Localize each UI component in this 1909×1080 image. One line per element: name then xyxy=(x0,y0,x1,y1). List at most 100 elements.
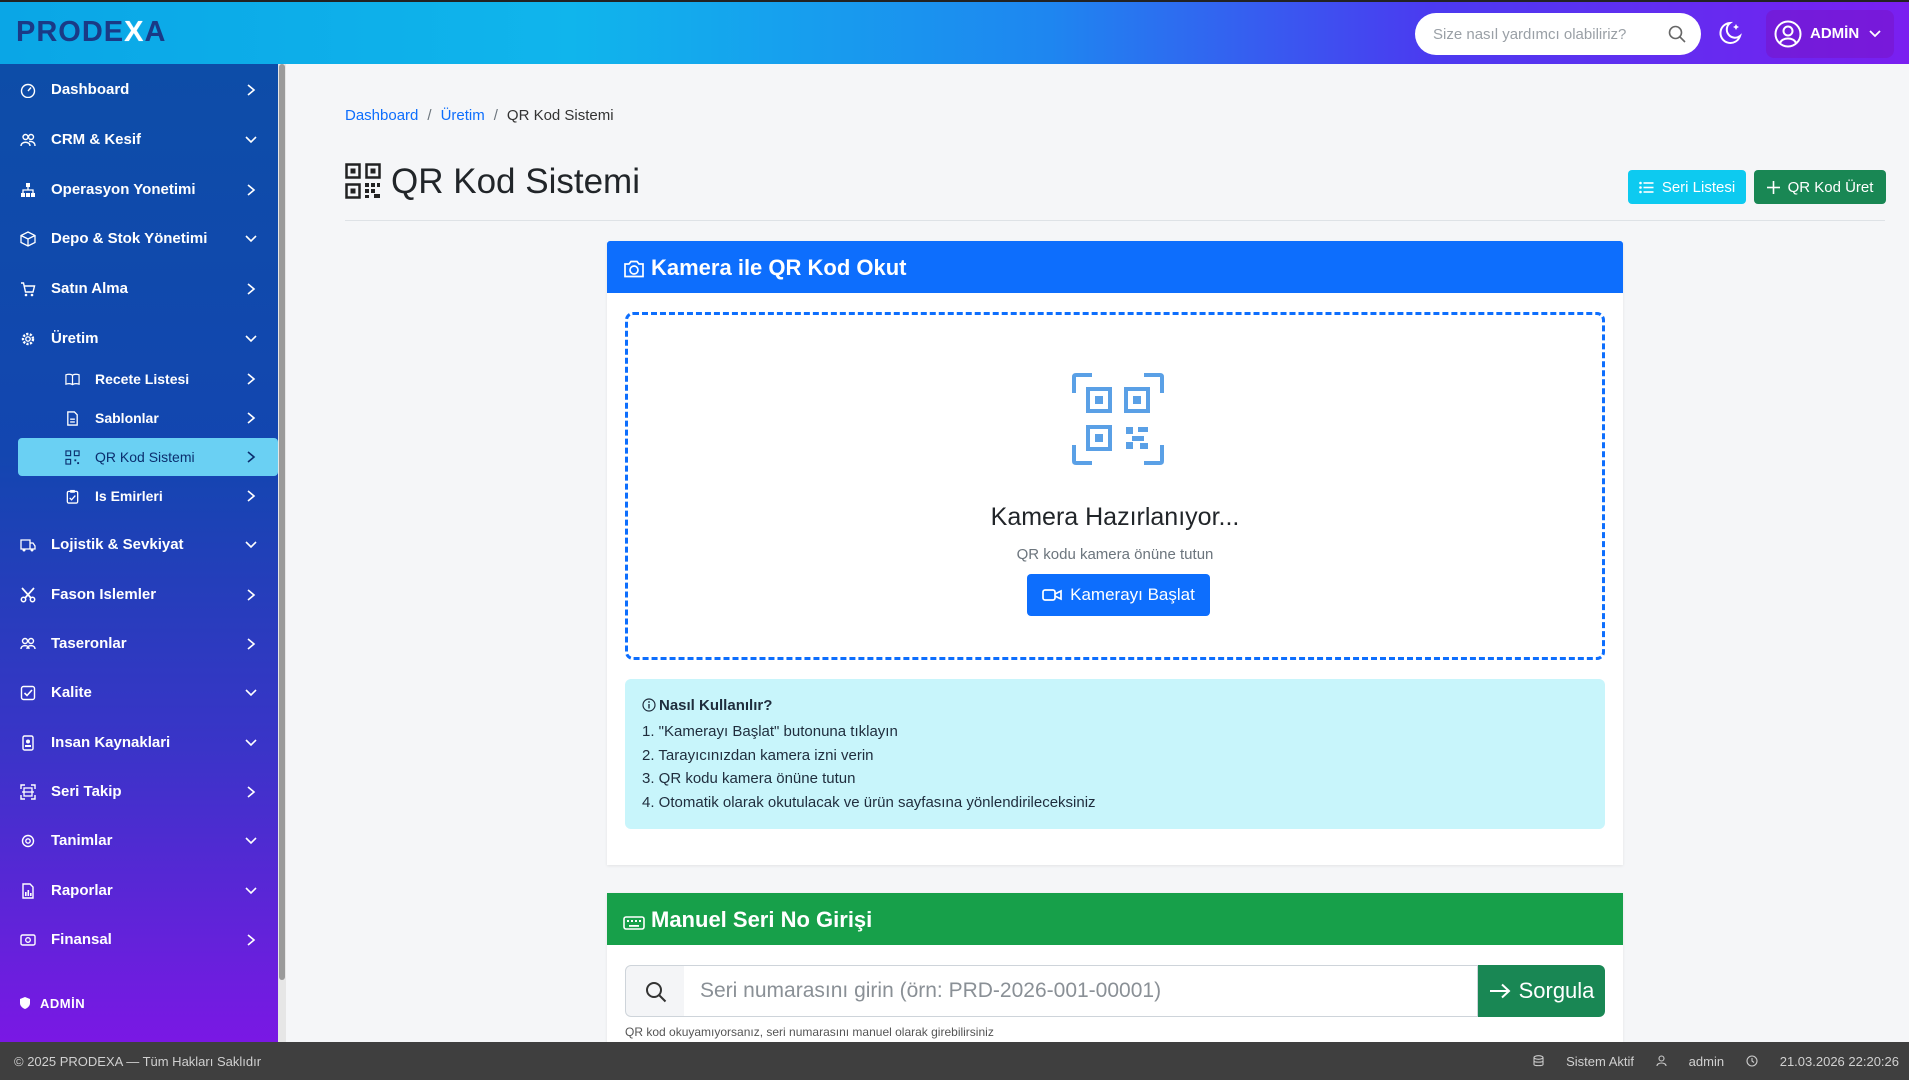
footer-user: admin xyxy=(1656,1054,1724,1069)
chevron-down-icon xyxy=(245,887,257,895)
footer-status-bar: Sistem Aktif admin 21.03.2026 22:20:26 xyxy=(1515,1054,1899,1069)
qr-kod-uret-button[interactable]: QR Kod Üret xyxy=(1754,170,1886,204)
people-icon xyxy=(20,637,36,650)
chevron-right-icon xyxy=(247,412,256,424)
search-icon xyxy=(646,982,667,1003)
money-icon xyxy=(20,934,36,946)
app-logo[interactable]: PRODEXA xyxy=(16,16,166,49)
scan-icon xyxy=(20,784,36,800)
sidebar-scrollbar[interactable] xyxy=(278,64,286,1042)
page-footer: © 2025 PRODEXA — Tüm Hakları Saklıdır Si… xyxy=(0,1042,1909,1080)
clock-icon xyxy=(1746,1055,1758,1067)
sidebar-subitem-label: Sablonlar xyxy=(95,410,159,426)
sidebar-item-taseronlar[interactable]: Taseronlar xyxy=(0,621,278,667)
sidebar-item-label: Insan Kaynaklari xyxy=(51,734,171,751)
qr-code-icon xyxy=(345,163,381,199)
sidebar-item-retim[interactable]: Üretim xyxy=(0,316,278,362)
sidebar-item-label: Tanimlar xyxy=(51,832,113,849)
user-menu-button[interactable]: ADMİN xyxy=(1766,10,1894,58)
camera-card-header: Kamera ile QR Kod Okut xyxy=(607,241,1623,293)
chevron-down-icon xyxy=(245,136,257,144)
footer-datetime: 21.03.2026 22:20:26 xyxy=(1746,1054,1899,1069)
sidebar-item-seri-takip[interactable]: Seri Takip xyxy=(0,769,278,815)
sidebar-item-label: Finansal xyxy=(51,931,112,948)
sidebar-item-label: Kalite xyxy=(51,684,92,701)
title-divider xyxy=(345,220,1885,221)
breadcrumb-link-uretim[interactable]: Üretim xyxy=(441,107,485,124)
shield-icon xyxy=(20,997,30,1009)
sidebar-item-tanimlar[interactable]: Tanimlar xyxy=(0,818,278,864)
sidebar-item-fason-islemler[interactable]: Fason Islemler xyxy=(0,572,278,618)
info-step: 3. QR kodu kamera önüne tutun xyxy=(642,770,856,787)
chevron-down-icon xyxy=(245,235,257,243)
breadcrumb-link-dashboard[interactable]: Dashboard xyxy=(345,107,418,124)
sidebar-item-label: Üretim xyxy=(51,330,99,347)
chevron-right-icon xyxy=(247,490,256,502)
sidebar-item-label: Taseronlar xyxy=(51,635,127,652)
sidebar-item-dashboard[interactable]: Dashboard xyxy=(0,67,278,113)
global-search xyxy=(1415,13,1701,55)
sidebar-item-lojistik-sevkiyat[interactable]: Lojistik & Sevkiyat xyxy=(0,522,278,568)
camera-scan-area[interactable]: Kamera Hazırlanıyor... QR kodu kamera ön… xyxy=(625,312,1605,660)
video-camera-icon xyxy=(1042,589,1062,601)
chevron-right-icon xyxy=(247,786,256,798)
sidebar-item-kalite[interactable]: Kalite xyxy=(0,670,278,716)
search-icon[interactable] xyxy=(1667,24,1687,44)
sidebar-item-sat-n-alma[interactable]: Satın Alma xyxy=(0,266,278,312)
sidebar-subitem-recete-listesi[interactable]: Recete Listesi xyxy=(18,360,278,398)
database-icon xyxy=(1533,1055,1544,1067)
keyboard-icon xyxy=(623,916,645,930)
info-title: Nasıl Kullanılır? xyxy=(642,697,1588,714)
breadcrumb-current: QR Kod Sistemi xyxy=(506,107,614,124)
sidebar-user: ADMİN xyxy=(18,996,85,1011)
chevron-right-icon xyxy=(247,283,256,295)
top-navbar: PRODEXA ADMİN xyxy=(0,0,1909,64)
sidebar-item-label: Raporlar xyxy=(51,882,113,899)
chevron-right-icon xyxy=(247,589,256,601)
sorgula-button[interactable]: Sorgula xyxy=(1478,965,1605,1017)
qr-icon xyxy=(65,450,80,465)
qr-scan-icon xyxy=(1072,373,1164,465)
sidebar-subitem-qr-kod-sistemi[interactable]: QR Kod Sistemi xyxy=(18,438,278,476)
info-circle-icon xyxy=(642,698,656,712)
system-status: Sistem Aktif xyxy=(1533,1054,1634,1069)
sidebar-subitem-is-emirleri[interactable]: Is Emirleri xyxy=(18,477,278,515)
serial-number-input[interactable] xyxy=(684,965,1478,1017)
user-icon xyxy=(1656,1055,1667,1067)
book-icon xyxy=(65,373,80,386)
chevron-down-icon xyxy=(245,689,257,697)
sidebar-item-label: Dashboard xyxy=(51,81,130,98)
sitemap-icon xyxy=(21,183,35,197)
start-camera-button[interactable]: Kamerayı Başlat xyxy=(1027,574,1210,616)
sidebar-item-crm-kesif[interactable]: CRM & Kesif xyxy=(0,117,278,163)
manual-serial-card: Manuel Seri No Girişi Sorgula QR kod oku… xyxy=(607,893,1623,1042)
sidebar-subitem-label: Recete Listesi xyxy=(95,371,190,387)
chevron-right-icon xyxy=(247,451,256,463)
sidebar-item-raporlar[interactable]: Raporlar xyxy=(0,868,278,914)
sidebar-item-finansal[interactable]: Finansal xyxy=(0,917,278,963)
clipboard-icon xyxy=(66,489,79,504)
usage-info-alert: Nasıl Kullanılır? 1. "Kamerayı Başlat" b… xyxy=(625,679,1605,829)
page-title: QR Kod Sistemi xyxy=(345,162,640,202)
sidebar-item-label: Seri Takip xyxy=(51,783,122,800)
chevron-right-icon xyxy=(247,184,256,196)
sidebar-item-insan-kaynaklari[interactable]: Insan Kaynaklari xyxy=(0,720,278,766)
report-icon xyxy=(22,883,34,899)
users-icon xyxy=(20,133,36,147)
footer-copyright: © 2025 PRODEXA — Tüm Hakları Saklıdır xyxy=(14,1054,262,1069)
sidebar-item-depo-stok-y-netimi[interactable]: Depo & Stok Yönetimi xyxy=(0,216,278,262)
gear-icon xyxy=(21,834,35,848)
seri-listesi-button[interactable]: Seri Listesi xyxy=(1628,170,1746,204)
scrollbar-thumb[interactable] xyxy=(279,64,285,980)
sidebar-item-label: Depo & Stok Yönetimi xyxy=(51,230,208,247)
dashboard-icon xyxy=(20,83,36,98)
sidebar-subitem-sablonlar[interactable]: Sablonlar xyxy=(18,399,278,437)
info-step: 4. Otomatik olarak okutulacak ve ürün sa… xyxy=(642,793,1096,811)
truck-icon xyxy=(20,539,36,552)
plus-icon xyxy=(1766,180,1780,194)
sidebar-item-operasyon-yonetimi[interactable]: Operasyon Yonetimi xyxy=(0,167,278,213)
search-input[interactable] xyxy=(1433,23,1653,45)
theme-toggle-moon-icon[interactable] xyxy=(1714,18,1744,48)
chevron-down-icon xyxy=(245,837,257,845)
sidebar-subitem-label: QR Kod Sistemi xyxy=(95,449,195,465)
